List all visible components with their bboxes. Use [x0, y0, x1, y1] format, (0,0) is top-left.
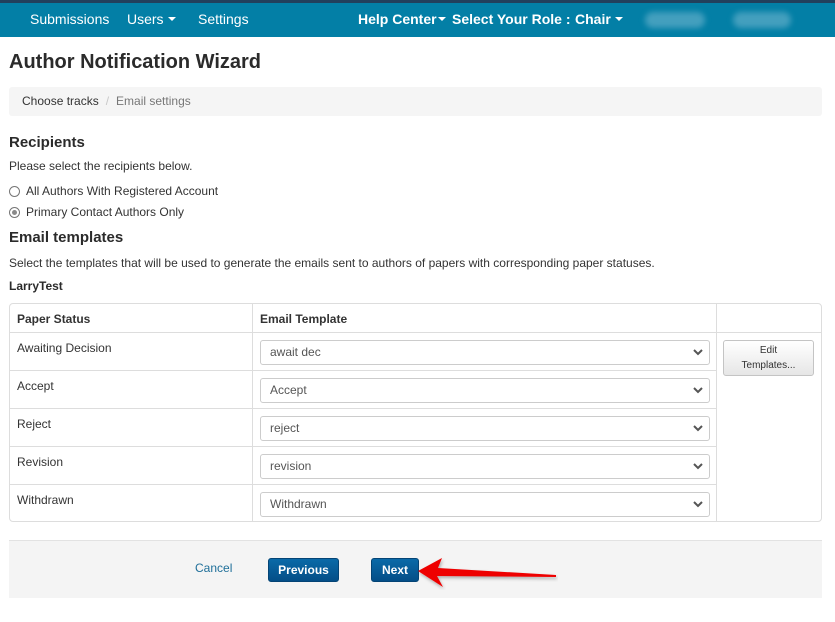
chevron-down-icon — [693, 501, 703, 508]
nav-help-center[interactable]: Help Center — [358, 3, 446, 37]
email-templates-heading: Email templates — [9, 229, 124, 246]
radio-checked-icon[interactable] — [9, 206, 20, 218]
select-value: revision — [270, 459, 312, 473]
select-value: Accept — [270, 383, 307, 397]
template-select-revision[interactable]: revision — [260, 454, 710, 479]
email-templates-description: Select the templates that will be used t… — [9, 256, 655, 270]
breadcrumb-email-settings: Email settings — [116, 94, 191, 108]
blurred-user-item[interactable] — [645, 12, 705, 28]
edit-templates-button[interactable]: Edit Templates... — [723, 340, 814, 376]
status-cell: Awaiting Decision — [17, 341, 112, 355]
template-select-withdrawn[interactable]: Withdrawn — [260, 492, 710, 517]
page-title: Author Notification Wizard — [9, 51, 262, 73]
breadcrumb-choose-tracks[interactable]: Choose tracks — [22, 94, 99, 108]
recipients-heading: Recipients — [9, 134, 85, 151]
select-value: reject — [270, 421, 300, 435]
cancel-link[interactable]: Cancel — [195, 561, 232, 575]
column-header-paper-status: Paper Status — [17, 312, 91, 326]
select-value: Withdrawn — [270, 497, 327, 511]
red-arrow-annotation-icon — [418, 558, 556, 587]
edit-templates-line1: Edit — [759, 345, 778, 356]
radio-primary-contact-label: Primary Contact Authors Only — [26, 205, 185, 219]
caret-down-icon — [614, 17, 623, 22]
radio-unchecked-icon[interactable] — [9, 185, 20, 197]
row-divider — [10, 370, 716, 371]
role-label: Select Your Role : — [452, 11, 571, 27]
status-cell: Withdrawn — [17, 493, 74, 507]
template-select-awaiting-decision[interactable]: await dec — [260, 340, 710, 365]
row-divider — [10, 446, 716, 447]
nav-users-label: Users — [127, 11, 164, 27]
chevron-down-icon — [693, 387, 703, 394]
row-divider — [10, 484, 716, 485]
row-divider — [10, 408, 716, 409]
top-navbar: Submissions Users Settings Help Center S… — [0, 3, 835, 37]
breadcrumb-separator: / — [105, 94, 110, 108]
template-select-accept[interactable]: Accept — [260, 378, 710, 403]
chevron-down-icon — [693, 463, 703, 470]
previous-button[interactable]: Previous — [268, 558, 339, 582]
chevron-down-icon — [693, 349, 703, 356]
nav-help-center-label: Help Center — [358, 11, 437, 27]
blurred-user-item[interactable] — [733, 12, 791, 28]
caret-down-icon — [437, 17, 446, 22]
chevron-down-icon — [693, 425, 703, 432]
template-select-reject[interactable]: reject — [260, 416, 710, 441]
radio-all-authors-label: All Authors With Registered Account — [26, 184, 219, 198]
nav-users[interactable]: Users — [127, 3, 176, 37]
status-cell: Accept — [17, 379, 54, 393]
edit-templates-line2: Templates... — [741, 360, 796, 371]
next-button[interactable]: Next — [371, 558, 419, 582]
radio-primary-contact[interactable]: Primary Contact Authors Only — [9, 205, 184, 219]
column-header-email-template: Email Template — [260, 312, 348, 326]
select-value: await dec — [270, 345, 321, 359]
column-divider — [252, 304, 253, 521]
header-divider — [10, 332, 821, 333]
email-templates-table: Paper Status Email Template Awaiting Dec… — [9, 303, 822, 522]
breadcrumb: Choose tracks / Email settings — [9, 87, 822, 116]
status-cell: Reject — [17, 417, 52, 431]
status-cell: Revision — [17, 455, 64, 469]
nav-settings[interactable]: Settings — [198, 3, 249, 37]
nav-submissions[interactable]: Submissions — [30, 3, 109, 37]
role-select[interactable]: Chair — [575, 3, 623, 37]
recipients-instruction: Please select the recipients below. — [9, 159, 193, 173]
role-value: Chair — [575, 11, 611, 27]
radio-all-authors[interactable]: All Authors With Registered Account — [9, 184, 218, 198]
track-name: LarryTest — [9, 279, 63, 293]
caret-down-icon — [167, 17, 176, 22]
column-divider — [716, 304, 717, 521]
